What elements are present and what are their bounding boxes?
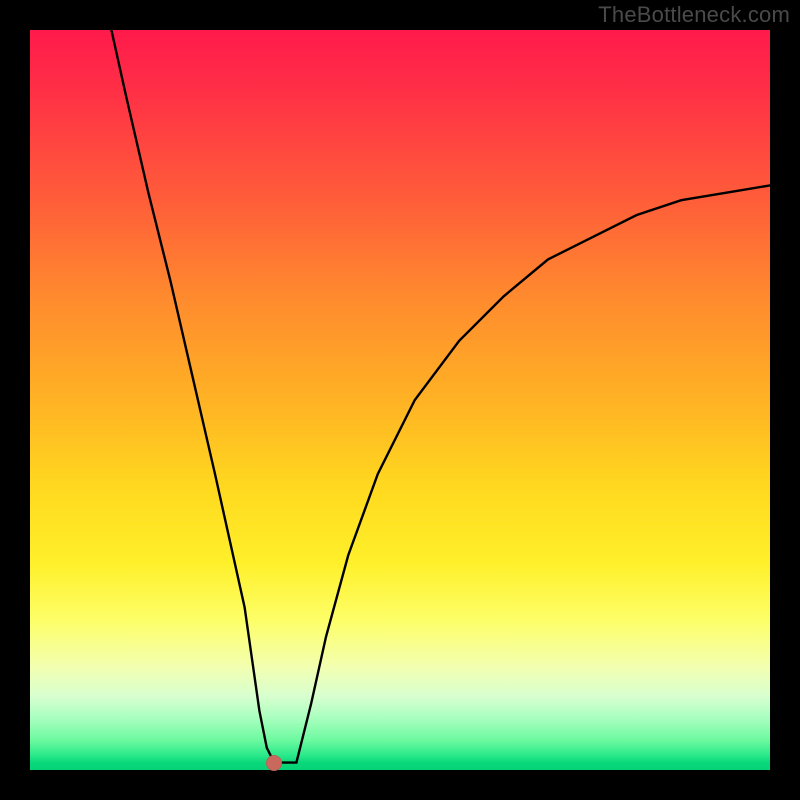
minimum-marker-dot [266,755,282,771]
chart-frame: TheBottleneck.com [0,0,800,800]
plot-area [30,30,770,770]
watermark-text: TheBottleneck.com [598,2,790,28]
curve-svg [30,30,770,770]
bottleneck-curve [111,30,770,763]
